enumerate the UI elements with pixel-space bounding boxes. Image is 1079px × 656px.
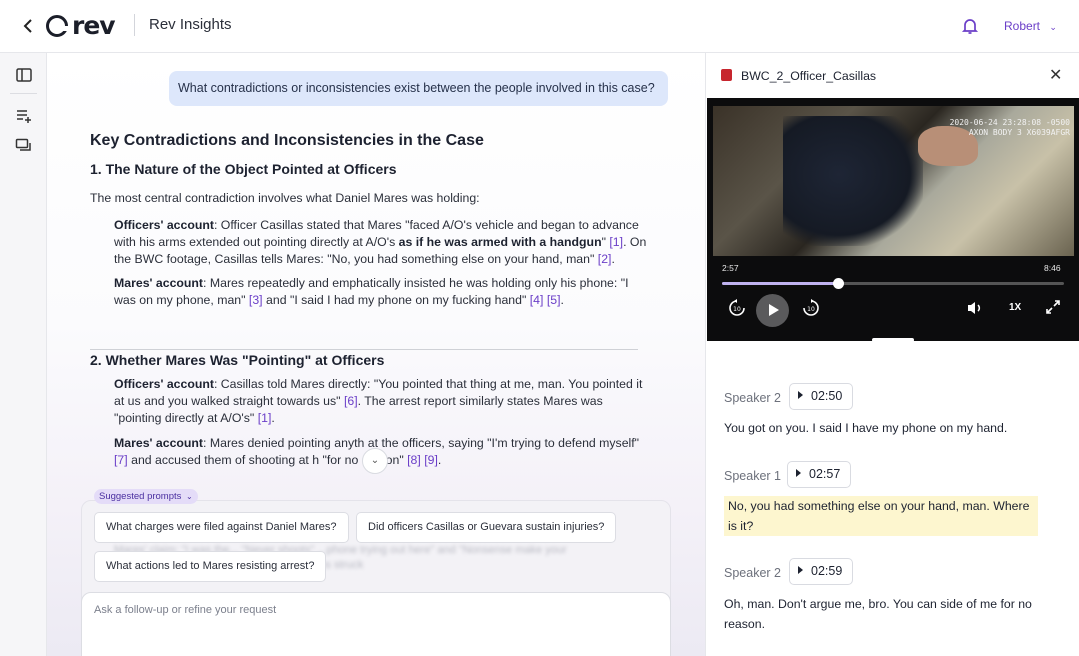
video-player[interactable]: 2020-06-24 23:28:08 -0500 AXON BODY 3 X6… xyxy=(707,98,1079,341)
citation-link[interactable]: [8] xyxy=(407,453,421,467)
video-frame: 2020-06-24 23:28:08 -0500 AXON BODY 3 X6… xyxy=(713,106,1074,256)
stamp-line: 2020-06-24 23:28:08 -0500 xyxy=(949,118,1070,127)
suggested-prompts-label: Suggested prompts xyxy=(99,491,182,502)
citation-link[interactable]: [9] xyxy=(424,453,438,467)
assistant-answer: Key Contradictions and Inconsistencies i… xyxy=(90,132,650,469)
sidebar-toggle-icon[interactable] xyxy=(15,66,33,84)
playback-speed[interactable]: 1X xyxy=(1009,302,1021,313)
rewind-10-icon[interactable]: 10 xyxy=(727,298,747,321)
top-bar: rev Rev Insights Robert ⌄ xyxy=(0,0,1079,53)
speaker-label: Speaker 2 xyxy=(724,391,781,405)
timestamp-text: 02:50 xyxy=(811,389,843,403)
play-small-icon xyxy=(798,391,803,399)
transcript-utterance: You got on you. I said I have my phone o… xyxy=(724,421,1008,435)
officers-account-2: Officers' account: Casillas told Mares d… xyxy=(90,376,650,427)
citation-link[interactable]: [6] xyxy=(344,394,358,408)
timestamp-text: 02:59 xyxy=(811,564,843,578)
user-message: What contradictions or inconsistencies e… xyxy=(169,71,668,106)
svg-text:10: 10 xyxy=(733,306,741,313)
sidebar xyxy=(0,53,47,656)
new-chat-icon[interactable] xyxy=(15,107,33,125)
fullscreen-icon[interactable] xyxy=(1044,298,1062,319)
text: . xyxy=(437,453,442,467)
section-divider xyxy=(90,349,638,350)
duration: 8:46 xyxy=(1044,263,1061,273)
bold-text: as if he was armed with a handgun xyxy=(398,235,602,249)
label-officers-account: Officers' account xyxy=(114,218,214,232)
close-icon[interactable]: ✕ xyxy=(1049,65,1062,85)
timestamp-text: 02:57 xyxy=(809,467,841,481)
chevron-down-icon: ⌄ xyxy=(1049,22,1057,32)
forward-10-icon[interactable]: 10 xyxy=(801,298,821,321)
text: . xyxy=(560,293,564,307)
logo-mark-icon xyxy=(46,15,69,37)
progress-fill xyxy=(722,282,839,285)
progress-handle[interactable] xyxy=(833,278,845,289)
label-mares-account: Mares' account xyxy=(114,276,204,290)
follow-up-input[interactable]: Ask a follow-up or refine your request xyxy=(81,592,671,656)
logo-word: rev xyxy=(72,11,116,40)
citation-link[interactable]: [3] xyxy=(249,293,263,307)
mares-account-1: Mares' account: Mares repeatedly and emp… xyxy=(90,275,650,309)
answer-title: Key Contradictions and Inconsistencies i… xyxy=(90,132,484,149)
current-time: 2:57 xyxy=(722,263,739,273)
chat-history-icon[interactable] xyxy=(15,137,33,155)
citation-link[interactable]: [7] xyxy=(114,453,128,467)
app-title: Rev Insights xyxy=(149,16,232,33)
suggested-prompts-toggle[interactable]: Suggested prompts ⌄ xyxy=(94,489,198,504)
citation-link[interactable]: [1] xyxy=(609,235,623,249)
svg-text:10: 10 xyxy=(807,306,815,313)
volume-icon[interactable] xyxy=(965,298,985,321)
user-menu[interactable]: Robert ⌄ xyxy=(1004,19,1057,33)
suggested-prompt-chip[interactable]: What actions led to Mares resisting arre… xyxy=(94,551,327,582)
scroll-down-icon[interactable]: ⌄ xyxy=(362,448,388,474)
text: and "I said I had my phone on my fucking… xyxy=(262,293,530,307)
transcript-utterance: Oh, man. Don't argue me, bro. You can si… xyxy=(724,597,1032,631)
rev-logo[interactable]: rev xyxy=(46,11,116,40)
media-file-name: BWC_2_Officer_Casillas xyxy=(741,69,877,83)
resize-grip[interactable] xyxy=(872,338,914,342)
citation-link[interactable]: [2] xyxy=(598,252,612,266)
progress-bar[interactable] xyxy=(722,278,1064,289)
video-file-icon xyxy=(721,69,732,81)
text: . xyxy=(611,252,615,266)
header-divider xyxy=(134,14,135,36)
sidebar-divider xyxy=(10,93,37,94)
play-icon[interactable] xyxy=(756,294,789,327)
citation-link[interactable]: [1] xyxy=(258,411,272,425)
bell-icon[interactable] xyxy=(960,16,980,36)
timestamp-button[interactable]: 02:57 xyxy=(787,461,852,488)
text: . xyxy=(271,411,275,425)
speaker-label: Speaker 2 xyxy=(724,566,781,580)
transcript-utterance-highlighted: No, you had something else on your hand,… xyxy=(724,496,1038,536)
video-timestamp-overlay: 2020-06-24 23:28:08 -0500 AXON BODY 3 X6… xyxy=(950,118,1070,138)
section-intro: The most central contradiction involves … xyxy=(90,191,480,205)
play-small-icon xyxy=(796,469,801,477)
text: : Mares denied pointing anyth at the off… xyxy=(203,436,640,450)
video-arm xyxy=(783,116,923,246)
chat-main: What contradictions or inconsistencies e… xyxy=(47,53,705,656)
stamp-line: AXON BODY 3 X6039AFGR xyxy=(968,128,1070,137)
section-heading-1: 1. The Nature of the Object Pointed at O… xyxy=(90,161,397,177)
section-heading-2: 2. Whether Mares Was "Pointing" at Offic… xyxy=(90,352,385,368)
label-officers-account: Officers' account xyxy=(114,377,214,391)
media-panel: BWC_2_Officer_Casillas ✕ 2020-06-24 23:2… xyxy=(705,53,1079,656)
timestamp-button[interactable]: 02:59 xyxy=(789,558,854,585)
officers-account-1: Officers' account: Officer Casillas stat… xyxy=(90,217,650,268)
citation-link[interactable]: [5] xyxy=(547,293,561,307)
timestamp-button[interactable]: 02:50 xyxy=(789,383,854,410)
label-mares-account: Mares' account xyxy=(114,436,204,450)
speaker-label: Speaker 1 xyxy=(724,469,781,483)
input-placeholder: Ask a follow-up or refine your request xyxy=(94,604,277,616)
play-small-icon xyxy=(798,566,803,574)
back-arrow-icon[interactable] xyxy=(20,16,38,36)
suggested-prompt-chip[interactable]: Did officers Casillas or Guevara sustain… xyxy=(356,512,617,543)
chevron-down-icon: ⌄ xyxy=(186,492,193,501)
citation-link[interactable]: [4] xyxy=(530,293,544,307)
user-name: Robert xyxy=(1004,19,1041,33)
suggested-prompt-chip[interactable]: What charges were filed against Daniel M… xyxy=(94,512,349,543)
